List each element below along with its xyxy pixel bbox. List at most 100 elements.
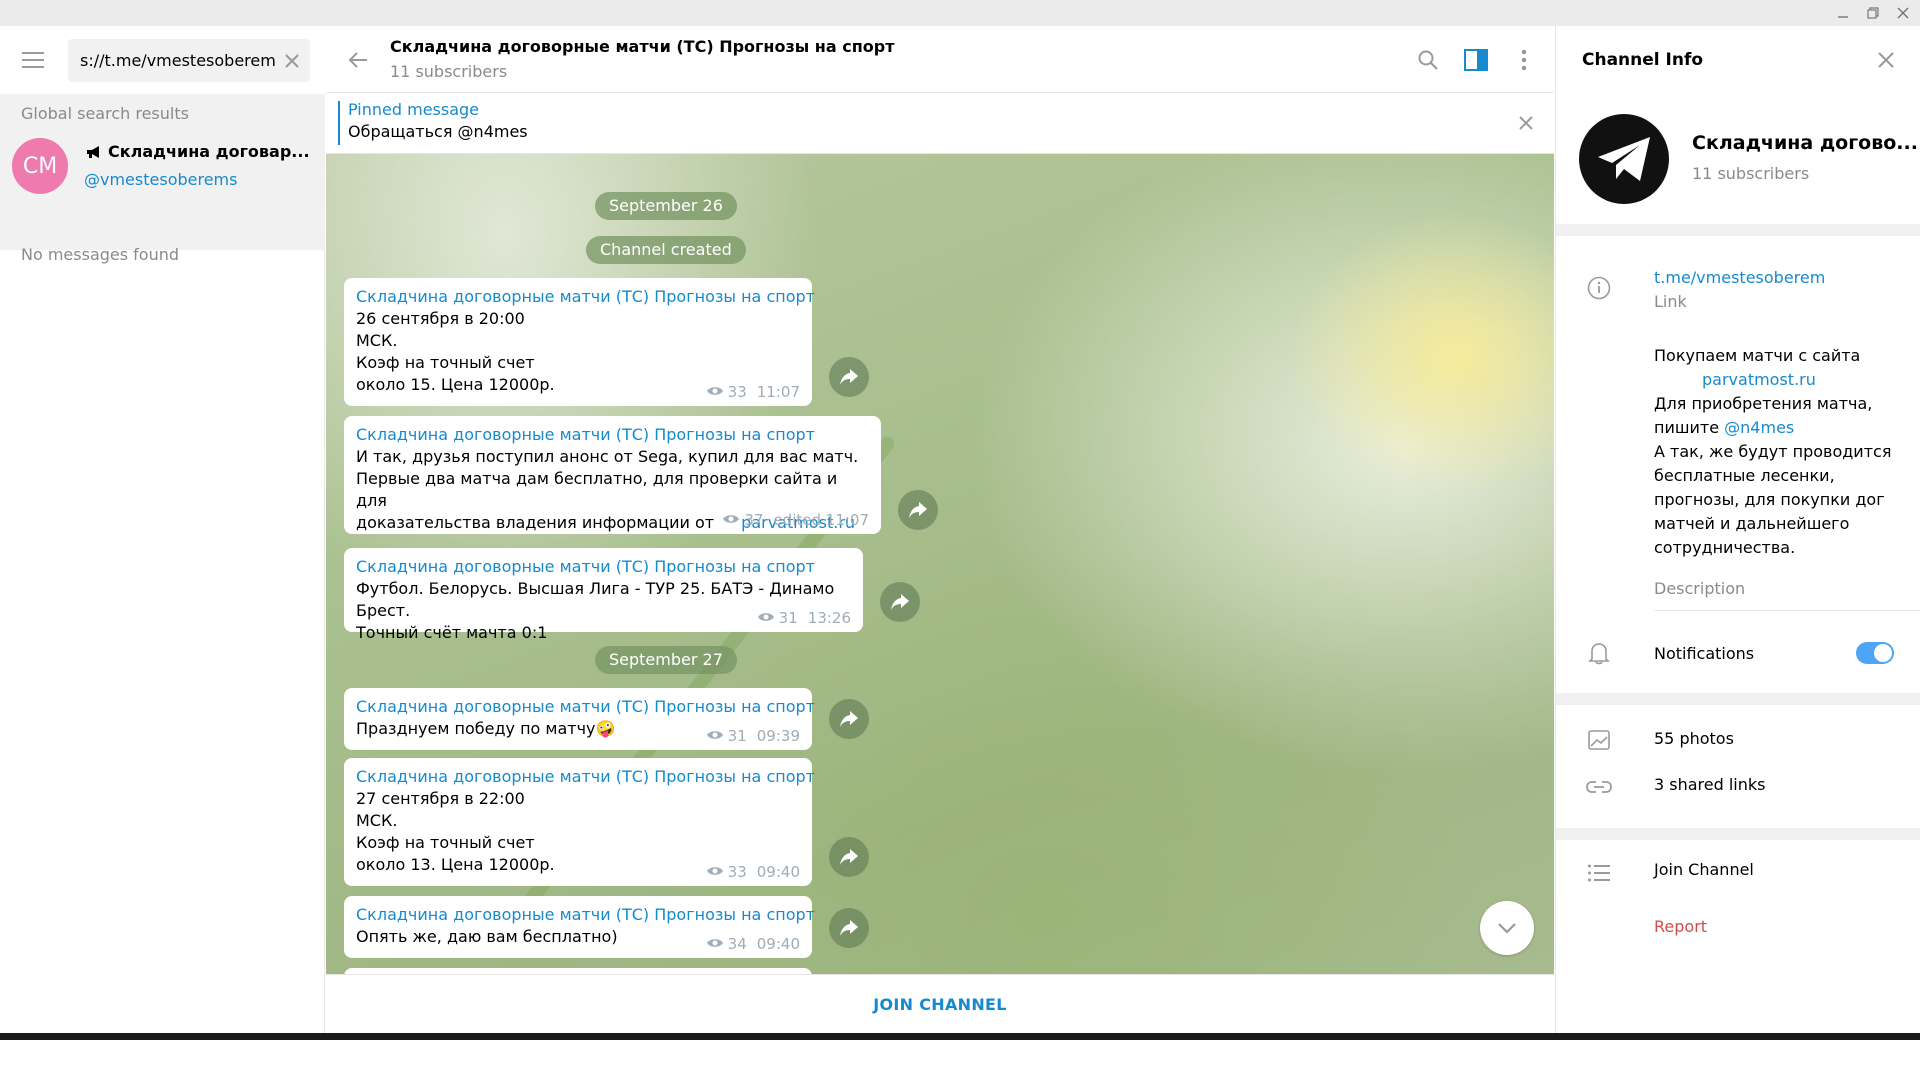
- scroll-down-button[interactable]: [1480, 901, 1534, 955]
- message-author: Складчина договорные матчи (ТС) Прогнозы…: [356, 287, 815, 306]
- message-author: Складчина договорные матчи (ТС) Прогнозы…: [356, 557, 815, 576]
- channel-info-panel: Channel Info Складчина догово... 11 subs…: [1555, 26, 1920, 1033]
- views-count: 33: [727, 863, 747, 881]
- notifications-toggle[interactable]: [1856, 642, 1894, 664]
- result-title-text: Складчина договар...: [108, 142, 310, 161]
- result-title: Складчина договар...: [86, 142, 310, 163]
- channel-description: Покупаем матчи с сайта parvatmost.ru Для…: [1654, 344, 1894, 560]
- message-meta: 33 11:07: [706, 383, 800, 401]
- views-eye-icon: [706, 383, 724, 401]
- info-header-section: Channel Info Складчина догово... 11 subs…: [1556, 26, 1920, 224]
- close-pinned-icon[interactable]: [1514, 111, 1538, 135]
- media-section: 55 photos 3 shared links: [1556, 705, 1920, 828]
- taskbar-strip: [0, 1033, 1920, 1040]
- description-label: Description: [1654, 579, 1746, 598]
- views-eye-icon: [706, 727, 724, 745]
- service-message: Channel created: [586, 236, 746, 264]
- message-author: Складчина договорные матчи (ТС) Прогнозы…: [356, 425, 815, 444]
- divider: [1654, 610, 1920, 611]
- channel-avatar[interactable]: [1579, 114, 1669, 204]
- chat-title[interactable]: Складчина договорные матчи (ТС) Прогнозы…: [390, 37, 894, 56]
- photo-icon: [1586, 727, 1612, 753]
- more-options-icon[interactable]: [1510, 46, 1538, 74]
- description-link[interactable]: parvatmost.ru: [1654, 368, 1894, 392]
- left-top-bar: s://t.me/vmestesoberems: [0, 26, 325, 94]
- description-line: А так, же будут проводится бесплатные ле…: [1654, 442, 1892, 557]
- join-channel-bar[interactable]: JOIN CHANNEL: [326, 974, 1554, 1033]
- views-count: 34: [727, 935, 747, 953]
- share-arrow-icon[interactable]: [829, 908, 869, 948]
- list-icon: [1586, 860, 1612, 886]
- no-messages-label: No messages found: [21, 245, 180, 264]
- share-arrow-icon[interactable]: [829, 357, 869, 397]
- megaphone-icon: [86, 144, 102, 163]
- message-bubble[interactable]: Складчина договорные матчи (ТС) Прогнозы…: [344, 278, 815, 406]
- restore-icon[interactable]: [1862, 3, 1884, 23]
- share-arrow-icon[interactable]: [898, 490, 938, 530]
- message-meta: 34 09:40: [706, 935, 800, 953]
- search-icon[interactable]: [1414, 46, 1442, 74]
- paper-plane-icon: [1598, 137, 1650, 181]
- channel-subscribers: 11 subscribers: [1692, 164, 1810, 183]
- message-time: 09:39: [756, 727, 800, 745]
- pinned-text: Обращаться @n4mes: [348, 122, 528, 141]
- window-close-icon[interactable]: [1892, 3, 1914, 23]
- sidebar-toggle-icon[interactable]: [1462, 46, 1490, 74]
- message-author: Складчина договорные матчи (ТС) Прогнозы…: [356, 697, 815, 716]
- left-panel: s://t.me/vmestesoberems Global search re…: [0, 26, 325, 1033]
- message-meta: 33 09:40: [706, 863, 800, 881]
- bell-icon: [1586, 640, 1612, 666]
- info-details-section: t.me/vmestesoberem Link Покупаем матчи с…: [1556, 236, 1920, 693]
- chat-panel: Складчина договорные матчи (ТС) Прогнозы…: [326, 26, 1554, 1033]
- description-handle[interactable]: @n4mes: [1724, 418, 1794, 437]
- search-value: s://t.me/vmestesoberems: [80, 51, 276, 70]
- pinned-label: Pinned message: [348, 100, 480, 119]
- report-button[interactable]: Report: [1654, 917, 1707, 936]
- toggle-knob: [1874, 644, 1892, 662]
- photos-count[interactable]: 55 photos: [1654, 729, 1734, 748]
- chat-subscribers: 11 subscribers: [390, 62, 508, 81]
- share-arrow-icon[interactable]: [829, 699, 869, 739]
- pinned-bar: [338, 101, 340, 145]
- message-author: Складчина договорные матчи (ТС) Прогнозы…: [356, 767, 815, 786]
- chevron-down-icon: [1498, 923, 1516, 934]
- actions-section: Join Channel Report: [1556, 840, 1920, 1033]
- message-time: 09:40: [756, 935, 800, 953]
- description-line: Для приобретения матча, пишите @n4mes: [1654, 392, 1894, 440]
- back-arrow-icon[interactable]: [346, 48, 370, 72]
- message-bubble[interactable]: Складчина договорные матчи (ТС) Прогнозы…: [344, 548, 863, 642]
- link-icon: [1586, 774, 1612, 800]
- message-time: edited 11:07: [773, 511, 869, 529]
- description-line: Покупаем матчи с сайта: [1654, 346, 1861, 365]
- date-separator: September 26: [595, 192, 737, 220]
- clear-search-icon[interactable]: [282, 51, 302, 71]
- views-eye-icon: [706, 863, 724, 881]
- join-channel-action[interactable]: Join Channel: [1654, 860, 1754, 879]
- message-bubble[interactable]: Складчина договорные матчи (ТС) Прогнозы…: [344, 688, 815, 750]
- share-arrow-icon[interactable]: [829, 837, 869, 877]
- info-icon: [1586, 275, 1612, 301]
- pinned-message[interactable]: Pinned message Обращаться @n4mes: [326, 93, 1554, 154]
- message-bubble[interactable]: Складчина договорные матчи (ТС) Прогнозы…: [344, 896, 815, 958]
- search-result-item[interactable]: CM Складчина договар... @vmestesoberems: [0, 136, 325, 206]
- message-meta: 31 09:39: [706, 727, 800, 745]
- telegram-window: s://t.me/vmestesoberems Global search re…: [0, 0, 1920, 1080]
- share-arrow-icon[interactable]: [880, 582, 920, 622]
- message-time: 09:40: [756, 863, 800, 881]
- message-bubble[interactable]: Складчина договорные матчи (ТС) Прогнозы…: [344, 758, 815, 886]
- views-count: 31: [778, 609, 798, 627]
- close-panel-icon[interactable]: [1873, 47, 1899, 73]
- search-input[interactable]: s://t.me/vmestesoberems: [68, 39, 310, 82]
- channel-link[interactable]: t.me/vmestesoberem: [1654, 268, 1825, 287]
- shared-links-count[interactable]: 3 shared links: [1654, 775, 1766, 794]
- join-channel-button[interactable]: JOIN CHANNEL: [873, 995, 1007, 1014]
- message-time: 13:26: [807, 609, 851, 627]
- message-bubble[interactable]: Складчина договорные матчи (ТС) Прогнозы…: [344, 416, 881, 534]
- views-eye-icon: [757, 609, 775, 627]
- views-eye-icon: [706, 935, 724, 953]
- message-time: 11:07: [756, 383, 800, 401]
- menu-icon[interactable]: [22, 50, 46, 70]
- chat-header: Складчина договорные матчи (ТС) Прогнозы…: [326, 26, 1554, 93]
- message-list[interactable]: September 26 Channel created Складчина д…: [326, 154, 1554, 974]
- minimize-icon[interactable]: [1832, 3, 1854, 23]
